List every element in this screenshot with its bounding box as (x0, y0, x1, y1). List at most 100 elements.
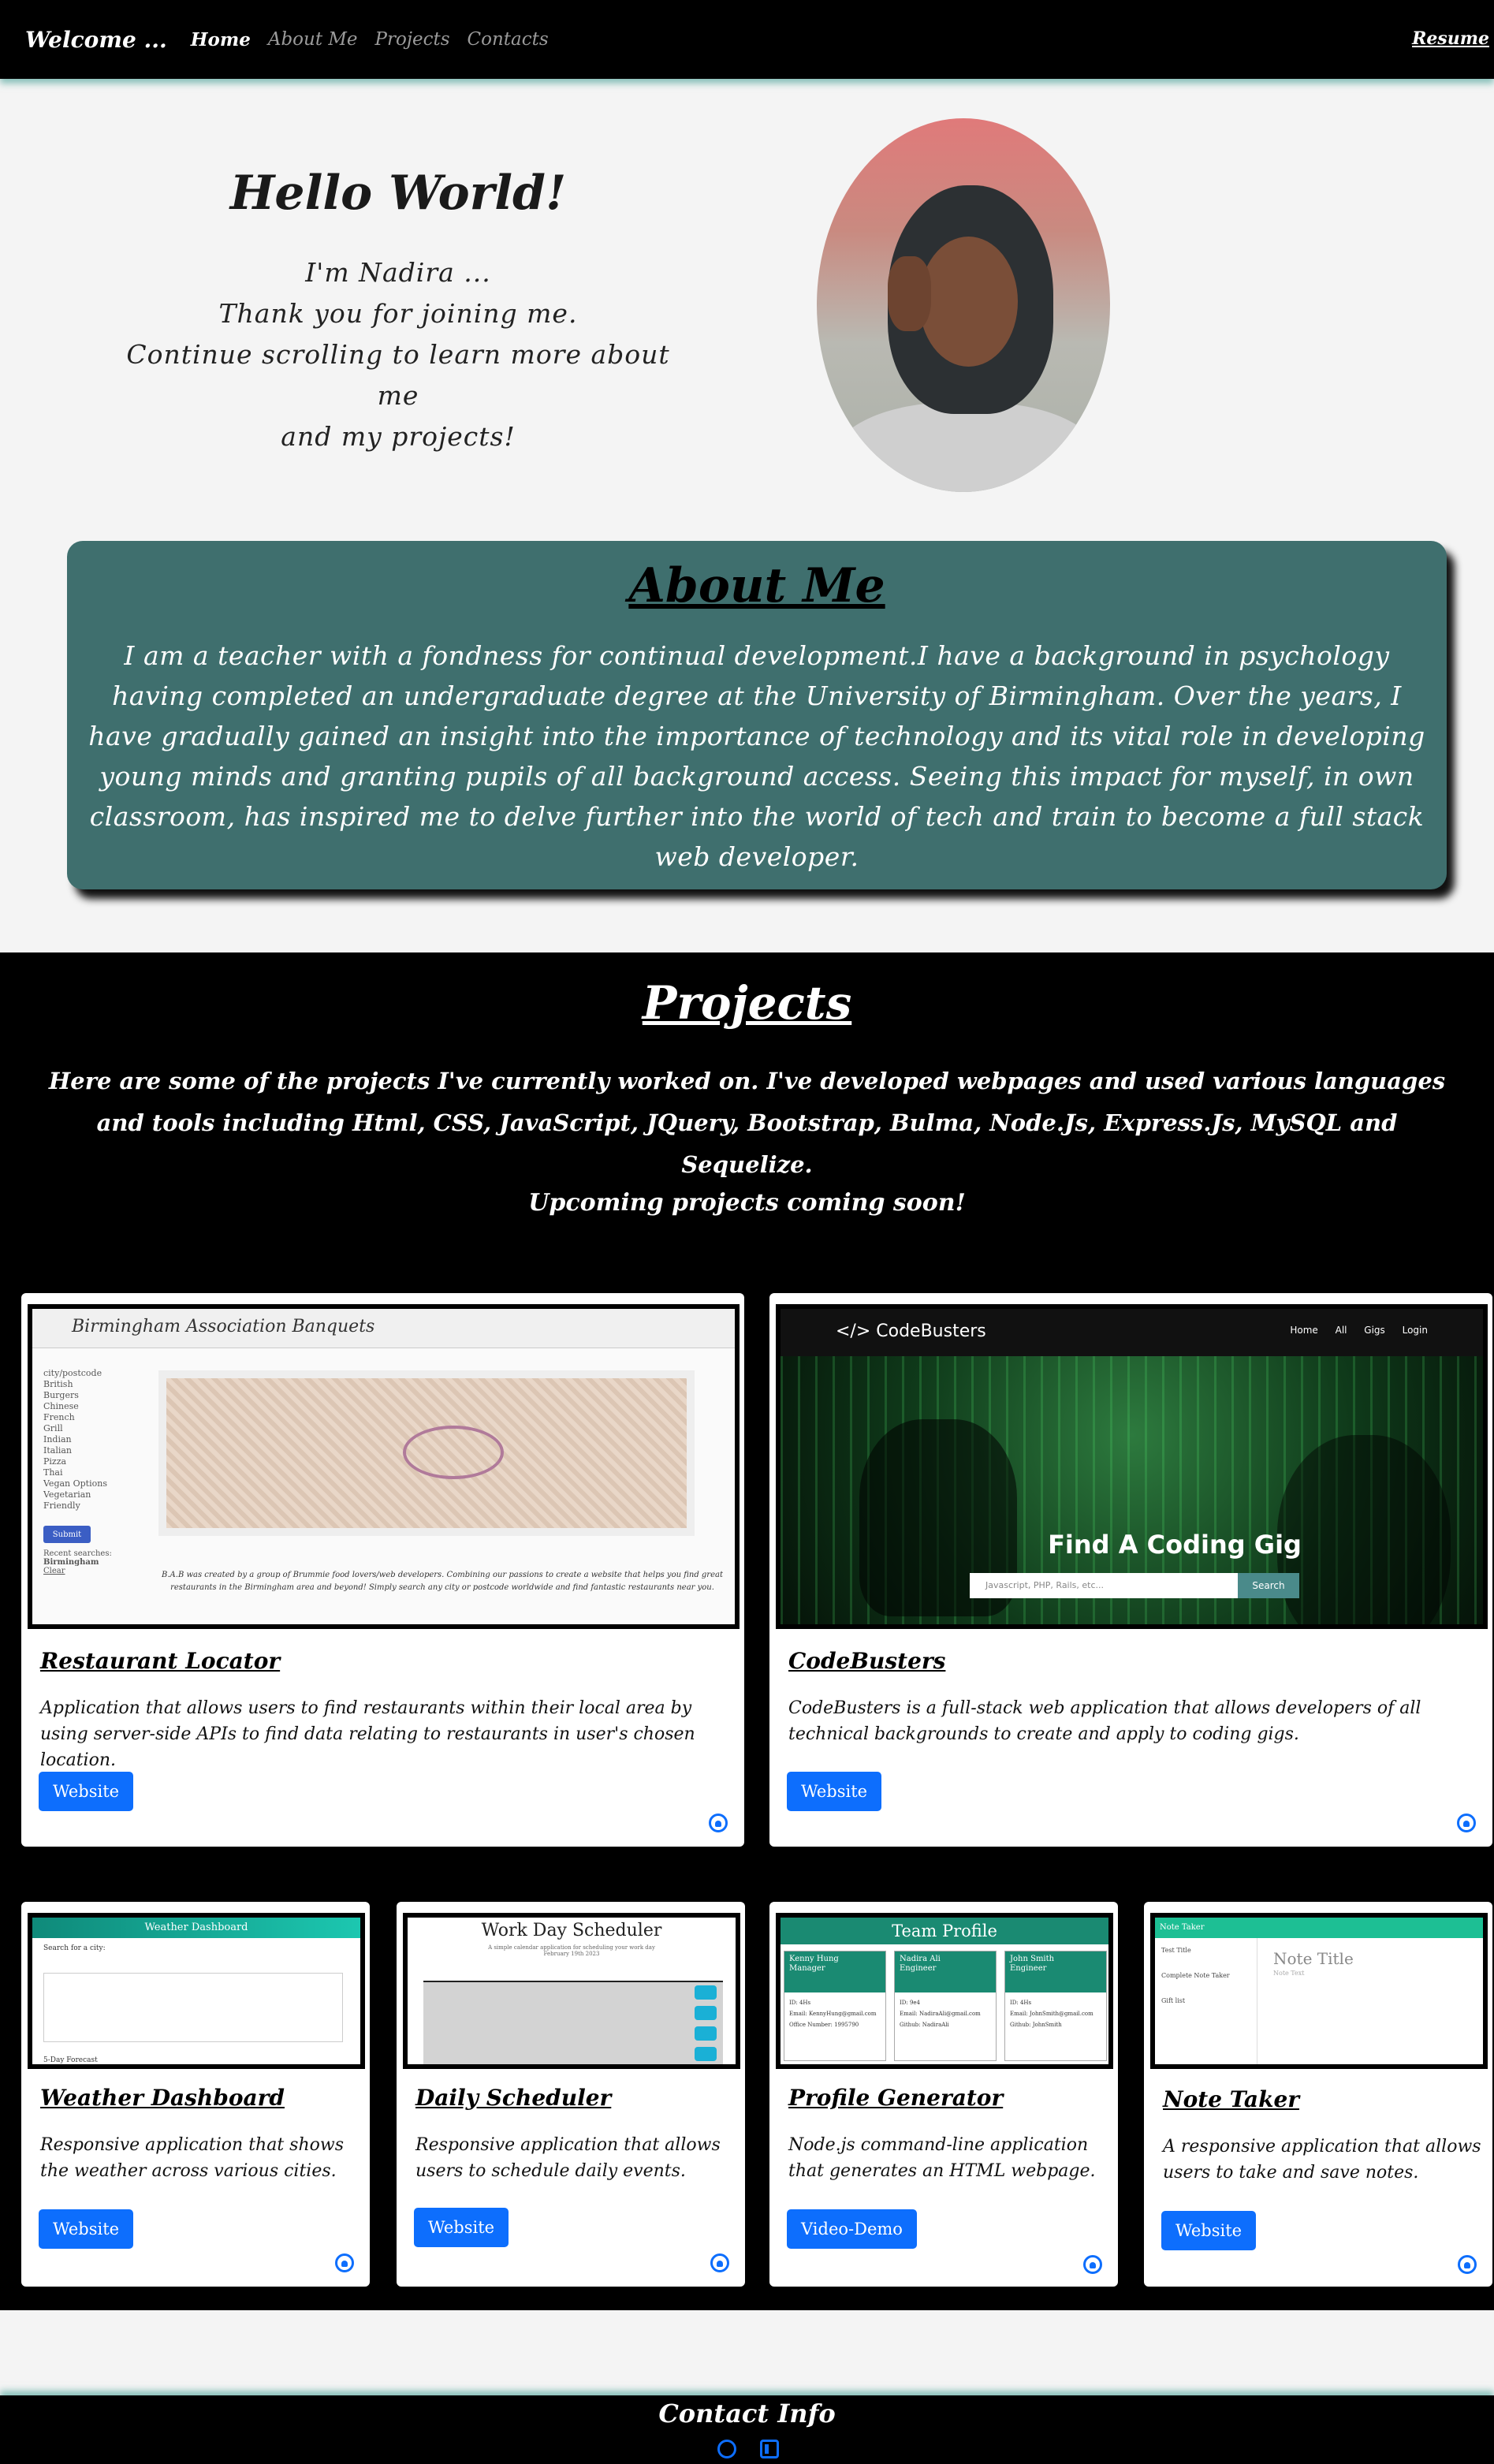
note-item: Test Title (1161, 1947, 1191, 1954)
screenshot-map (158, 1370, 695, 1536)
screenshot-label: Search for a city: (43, 1944, 106, 1952)
filter-item: Indian (43, 1434, 72, 1444)
project-screenshot[interactable]: Weather Dashboard Search for a city: 5-D… (28, 1913, 365, 2069)
employee-role: Engineer (900, 1964, 937, 1973)
hero-line: I'm Nadira ... (305, 257, 491, 288)
linkedin-icon[interactable] (760, 2440, 779, 2458)
employee-email: Email: KennyHung@gmail.com (789, 2011, 877, 2017)
brand[interactable]: Welcome ... (25, 27, 167, 53)
project-title[interactable]: Restaurant Locator (40, 1648, 280, 1674)
filter-item: Grill (43, 1423, 63, 1433)
screenshot-bar: Team Profile (781, 1918, 1108, 1944)
website-button[interactable]: Website (39, 1772, 134, 1811)
contact-icons (717, 2440, 779, 2458)
github-icon[interactable] (710, 2253, 729, 2272)
github-icon[interactable] (1457, 1814, 1476, 1832)
hero-line: Continue scrolling to learn more about m… (126, 339, 670, 411)
nav-link-home[interactable]: Home (191, 29, 251, 50)
footer: Contact Info (0, 2395, 1494, 2464)
project-desc: A responsive application that allows use… (1163, 2137, 1481, 2183)
screenshot-submit: Submit (43, 1526, 91, 1543)
employee-id: ID: 9e4 (900, 2000, 921, 2006)
project-title[interactable]: Daily Scheduler (415, 2085, 611, 2111)
website-button[interactable]: Website (414, 2208, 509, 2247)
screenshot-clear: Clear (43, 1567, 65, 1575)
photo-face (919, 237, 1018, 367)
save-icon (695, 2026, 717, 2041)
screenshot-results (43, 1973, 343, 2042)
about-title: About Me (628, 558, 885, 613)
screenshot-logo: </> CodeBusters (836, 1321, 986, 1341)
employee-name: Kenny Hung (789, 1955, 839, 1963)
filter-item: Vegan Options (43, 1478, 107, 1489)
project-title[interactable]: Weather Dashboard (40, 2085, 285, 2111)
employee-body: ID: 4Hs Email: JohnSmith@gmail.com Githu… (1005, 1992, 1106, 2035)
projects-section: Projects Here are some of the projects I… (0, 952, 1494, 2310)
filter-item: Italian (43, 1445, 73, 1456)
project-card-note-taker: Note Taker Test Title Complete Note Take… (1144, 1902, 1492, 2287)
project-screenshot[interactable]: Birmingham Association Banquets city/pos… (28, 1304, 740, 1629)
filter-item: Vegetarian Friendly (43, 1489, 91, 1511)
project-desc: Application that allows users to find re… (40, 1698, 695, 1770)
screenshot-date: February 19th 2023 (543, 1951, 600, 1957)
website-button[interactable]: Website (787, 1772, 882, 1811)
project-screenshot[interactable]: Note Taker Test Title Complete Note Take… (1150, 1913, 1488, 2069)
project-desc: Node.js command-line application that ge… (788, 2135, 1096, 2181)
website-button[interactable]: Website (1161, 2211, 1257, 2250)
employee-role: Manager (789, 1964, 825, 1973)
employee-id: ID: 4Hs (789, 2000, 811, 2006)
screenshot-search: Javascript, PHP, Rails, etc... (970, 1573, 1238, 1598)
hero-line: Thank you for joining me. (218, 298, 578, 329)
nav-link-about[interactable]: About Me (268, 29, 358, 50)
project-card-profile-generator: Team Profile Kenny Hung Manager ID: 4Hs … (769, 1902, 1118, 2287)
video-demo-button[interactable]: Video-Demo (787, 2209, 917, 2249)
note-item: Complete Note Taker (1161, 1972, 1230, 1979)
filter-item: Thai (43, 1467, 63, 1478)
project-card-codebusters: </> CodeBusters Home All Gigs Login Find… (769, 1293, 1492, 1847)
about-text: I am a teacher with a fondness for conti… (88, 640, 1425, 872)
screenshot-sub: A simple calendar application for schedu… (488, 1944, 655, 1951)
hero-title: Hello World! (229, 166, 567, 221)
github-icon[interactable] (335, 2253, 354, 2272)
employee-email: Email: NadiraAli@gmail.com (900, 2011, 981, 2017)
filter-item: Chinese (43, 1401, 79, 1411)
photo-hand (888, 256, 931, 331)
project-title[interactable]: Note Taker (1163, 2086, 1299, 2112)
employee-name: Nadira Ali (900, 1955, 941, 1963)
github-icon[interactable] (709, 1814, 728, 1832)
screenshot-nav: </> CodeBusters Home All Gigs Login (781, 1309, 1483, 1356)
employee-email: Email: JohnSmith@gmail.com (1010, 2011, 1093, 2017)
screenshot-note-title: Note Title (1273, 1949, 1354, 1968)
hero-intro: I'm Nadira ... Thank you for joining me.… (118, 252, 678, 457)
employee-name: John Smith (1010, 1955, 1055, 1963)
github-icon[interactable] (1083, 2255, 1102, 2274)
employee-header: Kenny Hung Manager (784, 1951, 885, 1992)
screenshot-note-list: Test Title Complete Note Taker Gift list (1155, 1938, 1257, 2064)
project-screenshot[interactable]: Work Day Scheduler A simple calendar app… (403, 1913, 740, 2069)
screenshot-recent: Recent searches: Birmingham Clear (43, 1549, 112, 1575)
resume-link[interactable]: Resume (1412, 28, 1489, 49)
contact-title: Contact Info (658, 2399, 836, 2429)
navbar: Welcome ... Home About Me Projects Conta… (0, 0, 1494, 79)
employee-card: John Smith Engineer ID: 4Hs Email: JohnS… (1004, 1951, 1107, 2061)
github-icon[interactable] (717, 2440, 736, 2458)
website-button[interactable]: Website (39, 2209, 134, 2249)
employee-extra: Github: NadiraAli (900, 2022, 949, 2028)
project-desc: Responsive application that allows users… (415, 2135, 721, 2181)
employee-role: Engineer (1010, 1964, 1047, 1973)
screenshot-title: Work Day Scheduler (481, 1921, 662, 1940)
project-screenshot[interactable]: </> CodeBusters Home All Gigs Login Find… (776, 1304, 1488, 1629)
github-icon[interactable] (1458, 2255, 1477, 2274)
about-section: About Me I am a teacher with a fondness … (67, 541, 1447, 889)
project-title[interactable]: CodeBusters (788, 1648, 945, 1674)
nav-link-projects[interactable]: Projects (375, 29, 450, 50)
employee-card: Kenny Hung Manager ID: 4Hs Email: KennyH… (784, 1951, 886, 2061)
nav-link-contacts[interactable]: Contacts (468, 29, 549, 50)
screenshot-note: B.A.B was created by a group of Brummie … (162, 1571, 723, 1592)
screenshot-forecast: 5-Day Forecast (43, 2056, 98, 2064)
project-screenshot[interactable]: Team Profile Kenny Hung Manager ID: 4Hs … (776, 1913, 1113, 2069)
project-title[interactable]: Profile Generator (788, 2085, 1003, 2111)
photo-shirt (833, 402, 1101, 492)
screenshot-headline: Find A Coding Gig (1048, 1530, 1302, 1560)
screenshot-subtitle: A simple calendar application for schedu… (408, 1944, 736, 1957)
